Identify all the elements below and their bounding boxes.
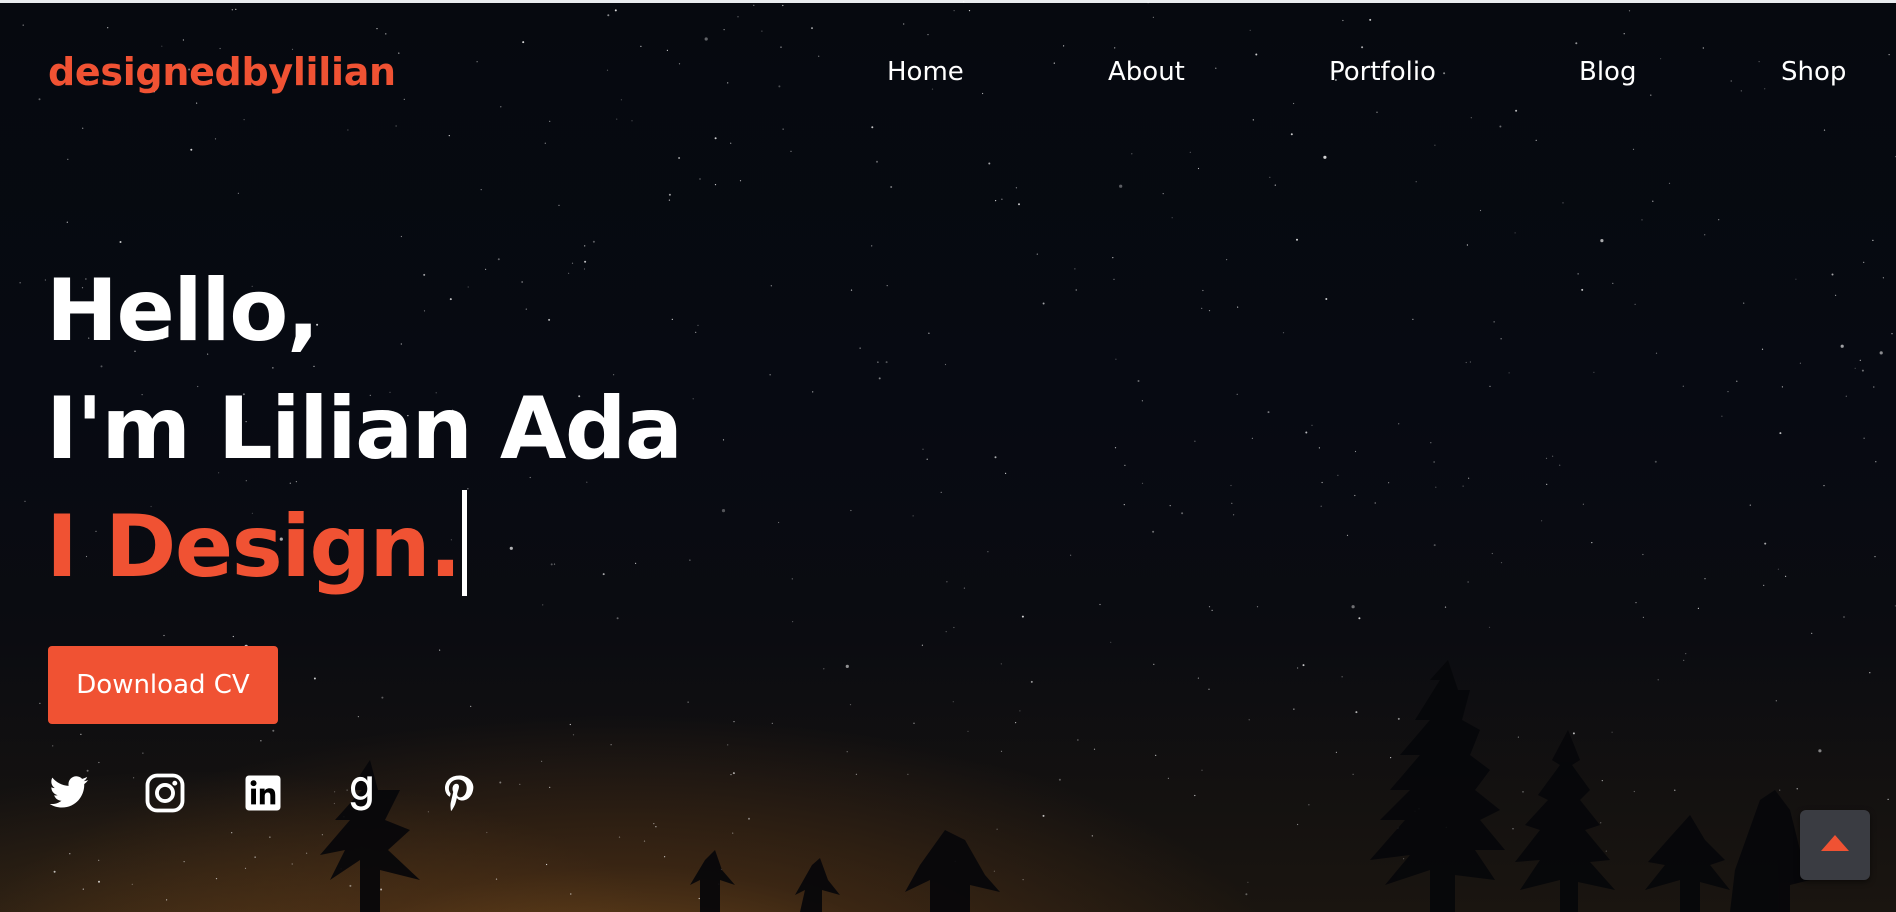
hero-name: I'm Lilian Ada <box>46 379 683 479</box>
hero-greeting: Hello, <box>46 261 320 361</box>
nav-blog-link[interactable]: Blog <box>1579 57 1636 87</box>
nav-home-link[interactable]: Home <box>887 57 964 87</box>
linkedin-icon[interactable] <box>242 772 284 814</box>
scroll-to-top-button[interactable] <box>1800 810 1870 880</box>
nav-about-link[interactable]: About <box>1108 57 1185 87</box>
hero-section: designedbylilian Home About Portfolio Bl… <box>0 0 1896 912</box>
instagram-icon[interactable] <box>144 772 186 814</box>
caret-up-icon <box>1820 834 1850 856</box>
download-cv-button[interactable]: Download CV <box>48 646 278 724</box>
twitter-icon[interactable] <box>48 772 90 814</box>
nav-shop-link[interactable]: Shop <box>1781 57 1846 87</box>
hero-typed-line: I Design. <box>46 488 681 606</box>
hero-headline: Hello, I'm Lilian Ada I Design. <box>46 252 683 606</box>
main-navigation: Home About Portfolio Blog Shop <box>0 57 1896 97</box>
pinterest-icon[interactable] <box>438 772 480 814</box>
hero-typed-text: I Design. <box>46 497 462 597</box>
goodreads-icon[interactable] <box>340 772 382 814</box>
typing-cursor <box>462 490 468 596</box>
nav-portfolio-link[interactable]: Portfolio <box>1329 57 1436 87</box>
